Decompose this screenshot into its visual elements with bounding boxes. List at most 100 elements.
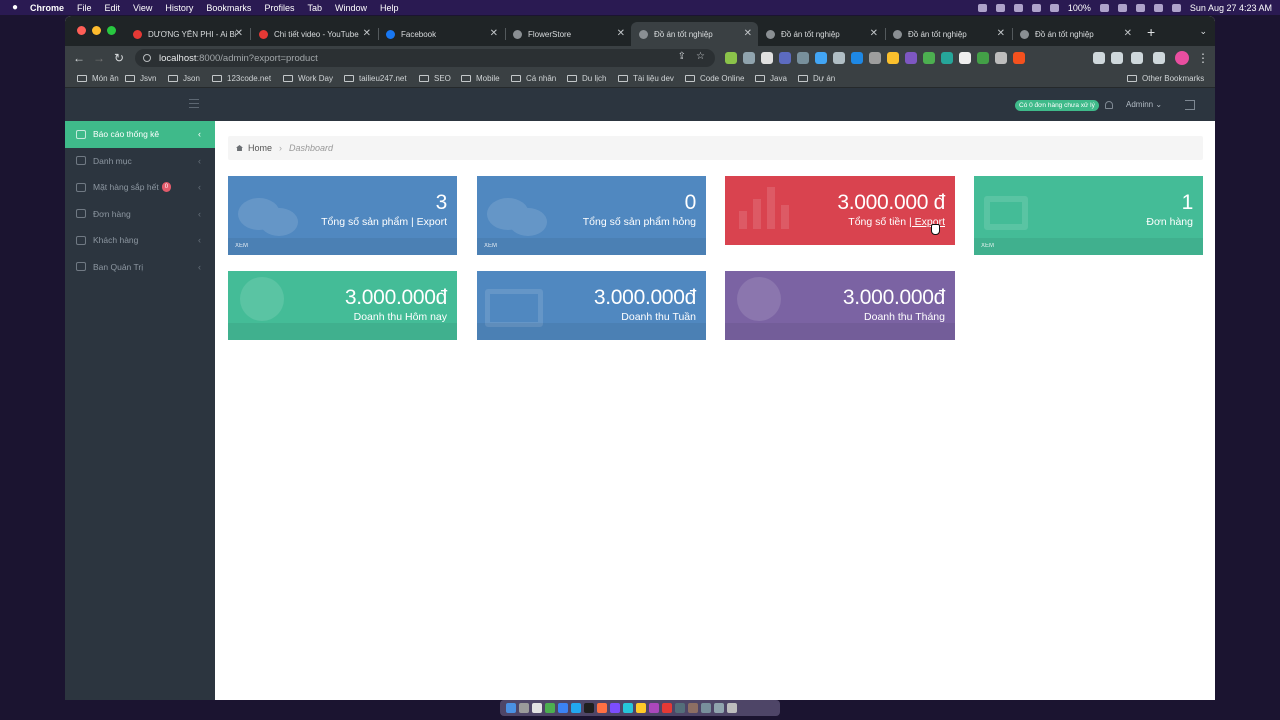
tab-close-icon[interactable]: ✕: [617, 28, 625, 39]
tab-close-icon[interactable]: ✕: [744, 28, 752, 39]
admin-user-menu[interactable]: Adminn ⌄: [1126, 100, 1162, 109]
bookmark-folder[interactable]: Cá nhân: [511, 74, 556, 83]
vscode-icon[interactable]: [571, 703, 581, 713]
bell-icon[interactable]: [1105, 101, 1113, 109]
bookmark-folder[interactable]: Mobile: [461, 74, 500, 83]
tile-revenue-month[interactable]: 3.000.000đ Doanh thu Tháng: [725, 271, 955, 340]
calendar-icon[interactable]: [532, 703, 542, 713]
tab-3[interactable]: Facebook ✕: [378, 22, 504, 46]
menu-window[interactable]: Window: [335, 3, 367, 13]
side-panel-icon[interactable]: [1153, 52, 1165, 64]
safari-icon[interactable]: [558, 703, 568, 713]
tab-4[interactable]: FlowerStore ✕: [505, 22, 631, 46]
tile-total-products[interactable]: 3 Tổng số sản phẩm | Export XEM: [228, 176, 457, 255]
tile-revenue-today[interactable]: 3.000.000đ Doanh thu Hôm nay: [228, 271, 457, 340]
cube-icon[interactable]: [1013, 3, 1023, 12]
menu-app[interactable]: Chrome: [30, 3, 64, 13]
wifi-icon[interactable]: [1135, 3, 1145, 12]
bookmark-folder[interactable]: Json: [168, 74, 200, 83]
app-icon[interactable]: [714, 703, 724, 713]
app-icon[interactable]: [701, 703, 711, 713]
tile-total-money[interactable]: 3.000.000 đ Tổng số tiền | Export: [725, 176, 955, 245]
menu-bookmarks[interactable]: Bookmarks: [206, 3, 251, 13]
terminal-icon[interactable]: [584, 703, 594, 713]
bookmark-folder[interactable]: 123code.net: [212, 74, 271, 83]
bookmark-folder[interactable]: Work Day: [283, 74, 333, 83]
site-info-icon[interactable]: [143, 54, 151, 62]
share-icon[interactable]: ⇪: [678, 51, 686, 62]
launchpad-icon[interactable]: [519, 703, 529, 713]
postman-icon[interactable]: [597, 703, 607, 713]
close-window-button[interactable]: [77, 26, 86, 35]
tab-6[interactable]: Đồ án tốt nghiệp ✕: [758, 22, 884, 46]
view-more-link[interactable]: XEM: [981, 243, 994, 249]
app-icon[interactable]: [649, 703, 659, 713]
tab-8[interactable]: Đồ án tốt nghiệp ✕: [1012, 22, 1138, 46]
menu-help[interactable]: Help: [380, 3, 399, 13]
tab-1[interactable]: DƯƠNG YẾN PHI - Ai Bi ✕: [125, 22, 249, 46]
forward-icon[interactable]: →: [89, 51, 109, 65]
wifi-status-icon[interactable]: [1049, 3, 1059, 12]
search-icon[interactable]: [1153, 3, 1163, 12]
download-icon[interactable]: [1131, 52, 1143, 64]
bookmark-folder[interactable]: Món ăn: [77, 74, 119, 83]
extension-icon[interactable]: [1013, 52, 1025, 64]
new-tab-icon[interactable]: +: [1147, 24, 1155, 40]
tile-footer[interactable]: XEM: [228, 238, 457, 255]
bookmark-folder[interactable]: SEO: [419, 74, 451, 83]
trash-icon[interactable]: [727, 703, 737, 713]
menu-kebab-icon[interactable]: ⋮: [1193, 51, 1213, 65]
app-icon[interactable]: [662, 703, 672, 713]
sidebar-item-customers[interactable]: Khách hàng ‹: [65, 227, 215, 254]
sidebar-item-categories[interactable]: Danh mục ‹: [65, 148, 215, 175]
app-icon[interactable]: [610, 703, 620, 713]
tab-7[interactable]: Đồ án tốt nghiệp ✕: [885, 22, 1011, 46]
view-more-link[interactable]: XEM: [235, 243, 248, 249]
tile-revenue-week[interactable]: 3.000.000đ Doanh thu Tuần: [477, 271, 706, 340]
extension-icon[interactable]: [941, 52, 953, 64]
tile-footer[interactable]: XEM: [974, 238, 1203, 255]
tab-search-chevron-icon[interactable]: ⌄: [1199, 26, 1207, 37]
menu-file[interactable]: File: [77, 3, 92, 13]
extension-icon[interactable]: [851, 52, 863, 64]
tab-close-icon[interactable]: ✕: [363, 28, 371, 39]
tile-broken-products[interactable]: 0 Tổng số sản phẩm hỏng XEM: [477, 176, 706, 255]
bookmark-folder[interactable]: Dự án: [798, 74, 835, 83]
extension-icon[interactable]: [959, 52, 971, 64]
tile-orders[interactable]: 1 Đơn hàng XEM: [974, 176, 1203, 255]
sidebar-item-admins[interactable]: Ban Quản Trị ‹: [65, 254, 215, 281]
bluetooth-icon[interactable]: [1117, 3, 1127, 12]
extension-icon[interactable]: [923, 52, 935, 64]
extension-icon[interactable]: [797, 52, 809, 64]
address-bar[interactable]: localhost:8000/admin?export=product ⇪ ☆: [135, 49, 715, 67]
app-icon[interactable]: [623, 703, 633, 713]
minimize-window-button[interactable]: [92, 26, 101, 35]
tab-2[interactable]: Chi tiết video - YouTube ✕: [251, 22, 377, 46]
extension-icon[interactable]: [761, 52, 773, 64]
extension-icon[interactable]: [869, 52, 881, 64]
extension-icon[interactable]: [725, 52, 737, 64]
bookmark-folder[interactable]: Tài liệu dev: [618, 74, 674, 83]
reading-list-icon[interactable]: [1111, 52, 1123, 64]
extension-icon[interactable]: [1031, 3, 1041, 12]
tab-close-icon[interactable]: ✕: [235, 28, 243, 39]
logout-icon[interactable]: [1185, 100, 1195, 110]
vimeo-icon[interactable]: [995, 3, 1005, 12]
extension-icon[interactable]: [833, 52, 845, 64]
profile-avatar[interactable]: [1175, 51, 1189, 65]
reload-icon[interactable]: ↻: [109, 51, 129, 65]
battery-icon[interactable]: [1099, 3, 1109, 12]
extension-icon[interactable]: [977, 52, 989, 64]
menu-toggle-icon[interactable]: [189, 99, 199, 108]
extensions-puzzle-icon[interactable]: [1093, 52, 1105, 64]
extension-icon[interactable]: [905, 52, 917, 64]
other-bookmarks[interactable]: Other Bookmarks: [1127, 74, 1204, 83]
sidebar-item-low-stock[interactable]: Mặt hàng sắp hết 0 ‹: [65, 174, 215, 201]
bookmark-star-icon[interactable]: ☆: [696, 51, 705, 62]
extension-icon[interactable]: [743, 52, 755, 64]
chrome-icon[interactable]: [545, 703, 555, 713]
tile-footer[interactable]: XEM: [477, 238, 706, 255]
extension-icon[interactable]: [887, 52, 899, 64]
extension-icon[interactable]: [995, 52, 1007, 64]
menu-edit[interactable]: Edit: [105, 3, 121, 13]
